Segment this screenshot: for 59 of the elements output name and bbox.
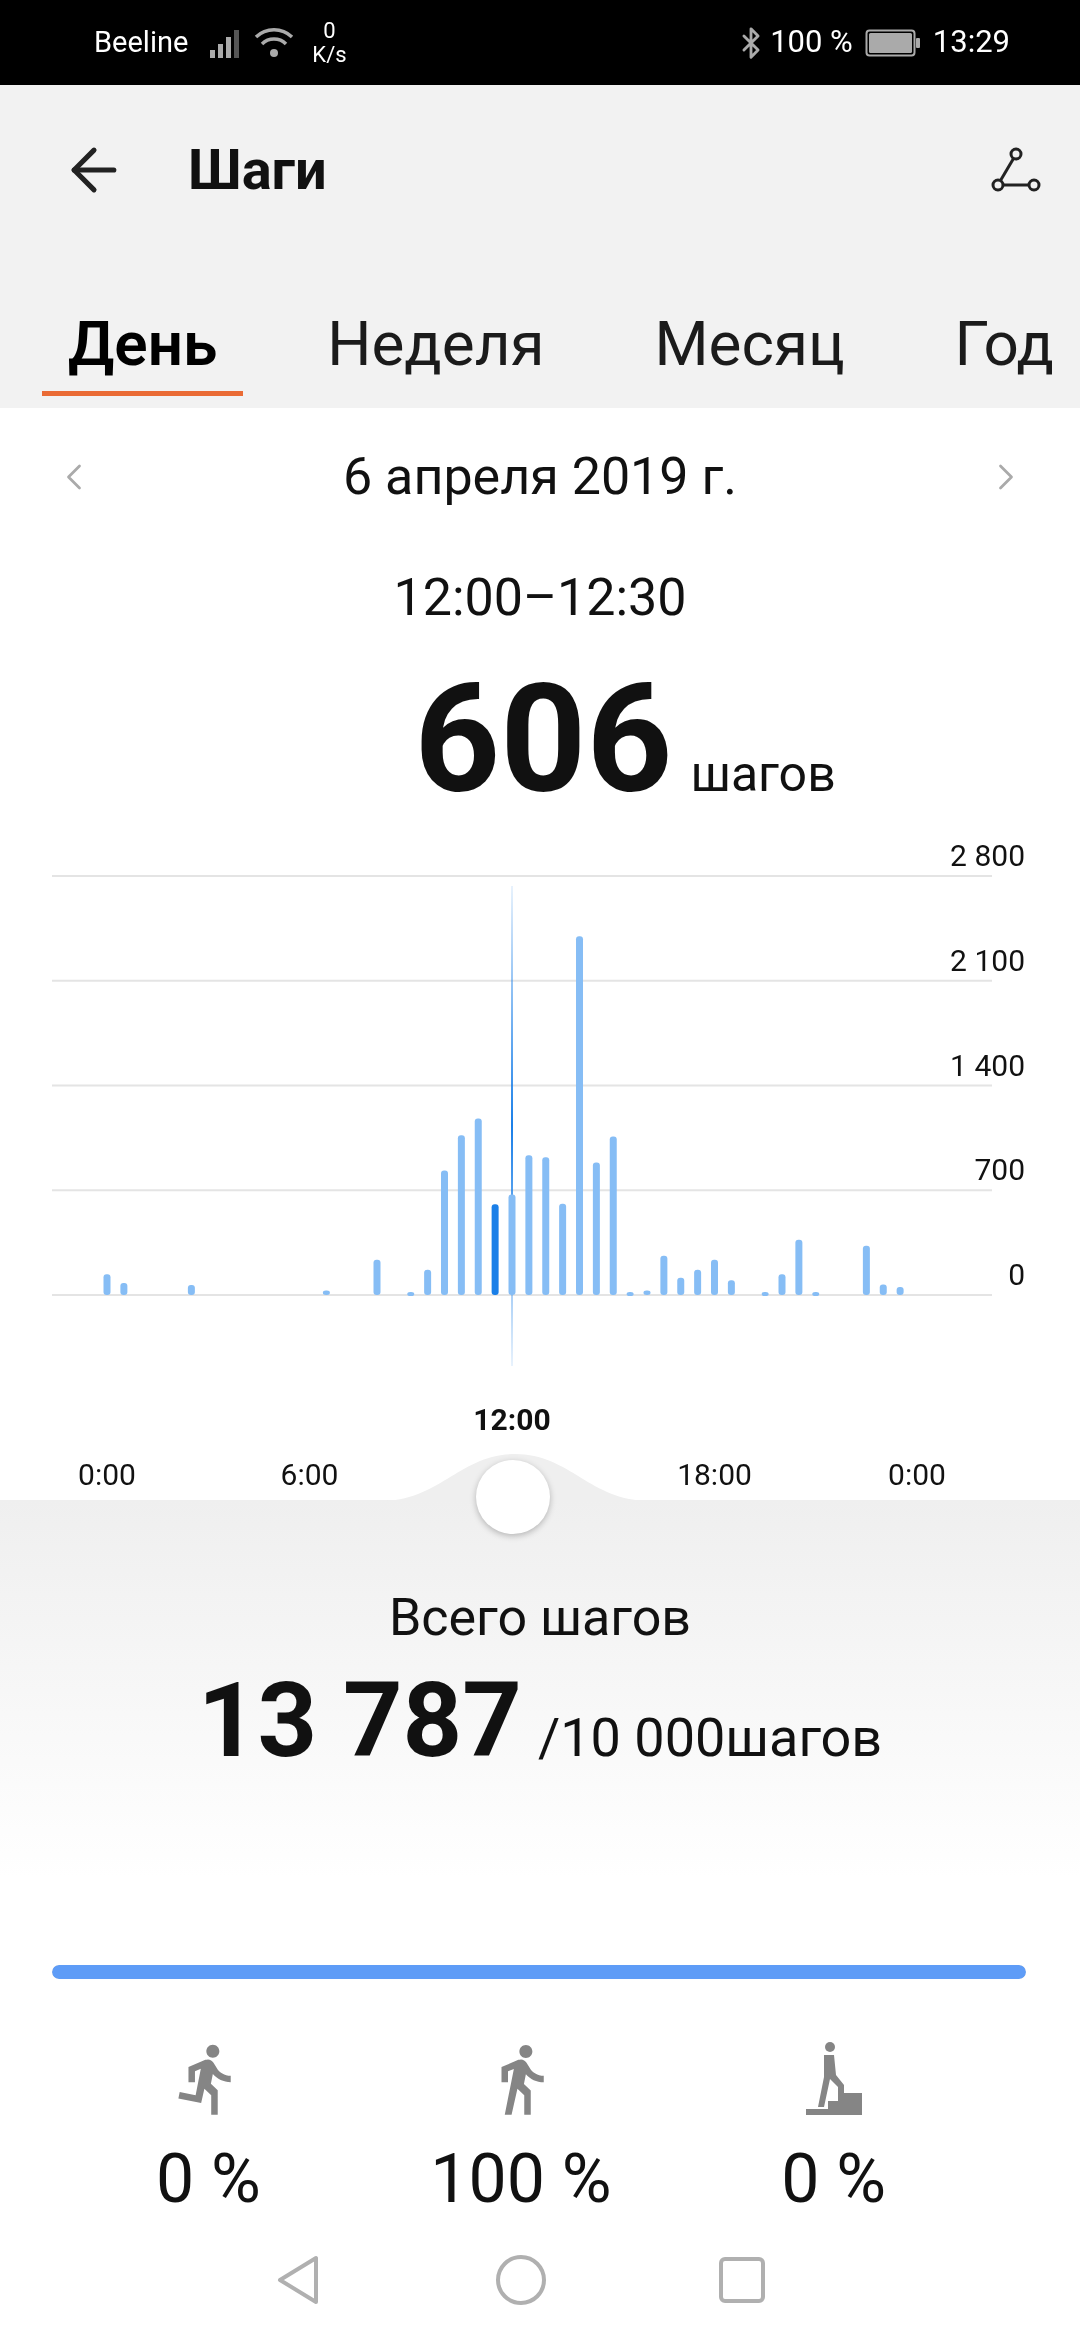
axis-label: 700 (974, 1152, 1025, 1188)
bar (778, 1274, 786, 1295)
bar (761, 1292, 769, 1296)
bar (120, 1283, 128, 1295)
axis-label: 18:00 (677, 1457, 752, 1492)
network-speed-value: 0 (323, 18, 336, 43)
bar (643, 1290, 651, 1295)
axis-label: 0:00 (888, 1457, 946, 1492)
bar (660, 1255, 668, 1295)
bar (373, 1259, 381, 1295)
bar (677, 1277, 685, 1295)
connected-nodes-icon (991, 147, 1041, 193)
bar (711, 1259, 718, 1295)
recents-square-icon (719, 2257, 765, 2303)
carrier-name: Beeline (94, 23, 189, 61)
date-label: 6 апреля 2019 г. (342, 444, 737, 509)
total-steps-title: Всего шагов (388, 1586, 692, 1650)
bar (322, 1290, 330, 1295)
bar (407, 1292, 415, 1296)
activity-percent: 100 % (430, 2139, 612, 2219)
period-tab[interactable]: Год (928, 296, 1080, 396)
period-tab[interactable]: День (42, 296, 244, 396)
bar (187, 1284, 195, 1295)
home-circle-icon (495, 2254, 547, 2306)
axis-label: 0 (1008, 1257, 1025, 1292)
axis-label: 2 100 (950, 942, 1025, 978)
clock-time: 13:29 (932, 22, 1010, 63)
bar (103, 1274, 111, 1295)
time-range: 12:00–12:30 (393, 565, 687, 630)
activity-percent: 0 % (155, 2139, 261, 2219)
bar (812, 1292, 820, 1296)
back-triangle-icon (276, 2255, 320, 2305)
bar (626, 1292, 634, 1296)
period-tab[interactable]: Неделя (301, 296, 571, 396)
handle-time-label: 12:00 (473, 1402, 551, 1437)
network-speed-unit: K/s (312, 42, 347, 67)
battery-percent: 100 % (770, 22, 853, 63)
slider-handle[interactable] (476, 1460, 550, 1534)
bar (879, 1284, 887, 1295)
selected-steps-value: 606 (414, 651, 673, 830)
activity-percent: 0 % (781, 2139, 887, 2219)
person-on-step-icon (803, 2041, 864, 2117)
period-tab[interactable]: Месяц (628, 296, 871, 396)
bar (727, 1280, 735, 1295)
axis-label: 2 800 (950, 838, 1025, 873)
wifi-icon (254, 26, 295, 59)
battery-icon (864, 28, 921, 57)
bar (862, 1245, 870, 1295)
selected-steps-unit: шагов (690, 744, 836, 805)
bar (694, 1269, 702, 1295)
steps-goal: /10 000шагов (537, 1705, 883, 1771)
axis-label: 0:00 (78, 1457, 136, 1492)
bar (795, 1239, 803, 1295)
total-steps-value: 13 787 (197, 1666, 522, 1776)
axis-label: 1 400 (950, 1047, 1025, 1083)
bar (424, 1269, 432, 1295)
bar (896, 1287, 904, 1295)
page-title: Шаги (188, 136, 327, 205)
axis-label: 6:00 (280, 1457, 339, 1492)
